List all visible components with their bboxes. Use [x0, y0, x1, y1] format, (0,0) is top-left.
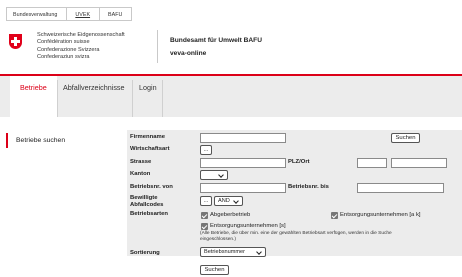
- tab-abfallverzeichnisse[interactable]: Abfallverzeichnisse: [58, 76, 132, 117]
- confederation-names: Schweizerische Eidgenossenschaft Confédé…: [37, 32, 125, 62]
- kanton-select[interactable]: [200, 170, 228, 180]
- confederation-line-rm: Confederaziun svizra: [37, 54, 90, 61]
- strasse-input[interactable]: [200, 158, 286, 168]
- betriebsarten-label: Betriebsarten: [130, 211, 168, 217]
- bewilligte-label-line-2: Abfallcodes: [130, 202, 164, 208]
- firmenname-label: Firmenname: [130, 134, 166, 140]
- betriebsnr-von-label: Betriebsnr. von: [130, 184, 173, 190]
- betriebsarten-hint-line-2: eingeschlossen.): [200, 237, 236, 242]
- swiss-flag-logo: [9, 34, 22, 49]
- abfallcodes-lookup-button[interactable]: ...: [200, 196, 212, 206]
- sortierung-label: Sortierung: [130, 250, 160, 256]
- search-button-top[interactable]: Suchen: [391, 133, 420, 143]
- chevron-down-icon: [218, 171, 224, 178]
- header-divider: [157, 30, 158, 63]
- betriebsnr-bis-label: Betriebsnr. bis: [288, 184, 329, 190]
- operator-select[interactable]: AND: [214, 196, 243, 206]
- tab-login[interactable]: Login: [133, 76, 162, 117]
- wirtschaftsart-lookup-button[interactable]: ...: [200, 145, 212, 155]
- search-button-bottom[interactable]: Suchen: [200, 265, 229, 275]
- office-name: Bundesamt für Umwelt BAFU: [170, 37, 262, 44]
- breadcrumb-item-bafu[interactable]: BAFU: [99, 7, 133, 21]
- bewilligte-label-line-1: Bewilligte: [130, 195, 158, 201]
- operator-value: AND: [218, 198, 230, 204]
- chevron-down-icon: [256, 248, 262, 255]
- wirtschaftsart-label: Wirtschaftsart: [130, 146, 170, 152]
- betriebsnr-von-input[interactable]: [200, 183, 286, 193]
- breadcrumb-item-bundesverwaltung[interactable]: Bundesverwaltung: [6, 7, 68, 21]
- breadcrumb-item-uvek[interactable]: UVEK: [66, 7, 101, 21]
- betriebsnr-bis-input[interactable]: [357, 183, 444, 193]
- plz-input[interactable]: [357, 158, 387, 168]
- sortierung-value: Betriebsnummer: [204, 249, 246, 255]
- app-name: veva-online: [170, 50, 207, 57]
- breadcrumb: Bundesverwaltung UVEK BAFU: [6, 7, 133, 21]
- ort-input[interactable]: [391, 158, 447, 168]
- sidebar-item-betriebe-suchen[interactable]: Betriebe suchen: [6, 133, 116, 148]
- tab-betriebe[interactable]: Betriebe: [10, 76, 57, 119]
- kanton-label: Kanton: [130, 171, 151, 177]
- entsorgung-s-label: Entsorgungsunternehmen [s]: [210, 223, 286, 229]
- confederation-line-it: Confederazione Svizzera: [37, 46, 100, 53]
- checkbox-entsorgung-s[interactable]: [201, 223, 208, 230]
- bewilligte-abfallcodes-label: Bewilligte Abfallcodes: [130, 195, 163, 209]
- flag-cross-horizontal: [11, 40, 20, 43]
- tab-separator: [162, 80, 163, 117]
- search-form: [127, 130, 462, 256]
- checkbox-abgeberbetrieb[interactable]: [201, 212, 208, 219]
- abgeberbetrieb-label: Abgeberbetrieb: [210, 212, 251, 218]
- firmenname-input[interactable]: [200, 133, 286, 143]
- confederation-line-de: Schweizerische Eidgenossenschaft: [37, 32, 125, 38]
- office-title: Bundesamt für Umwelt BAFU veva-online: [170, 34, 262, 60]
- plz-ort-label: PLZ/Ort: [288, 159, 310, 165]
- entsorgung-ak-label: Entsorgungsunternehmen [a k]: [340, 212, 421, 218]
- checkbox-entsorgung-ak[interactable]: [331, 212, 338, 219]
- strasse-label: Strasse: [130, 159, 152, 165]
- confederation-line-fr: Confédération suisse: [37, 39, 90, 46]
- sortierung-select[interactable]: Betriebsnummer: [200, 247, 266, 257]
- chevron-down-icon: [233, 197, 239, 204]
